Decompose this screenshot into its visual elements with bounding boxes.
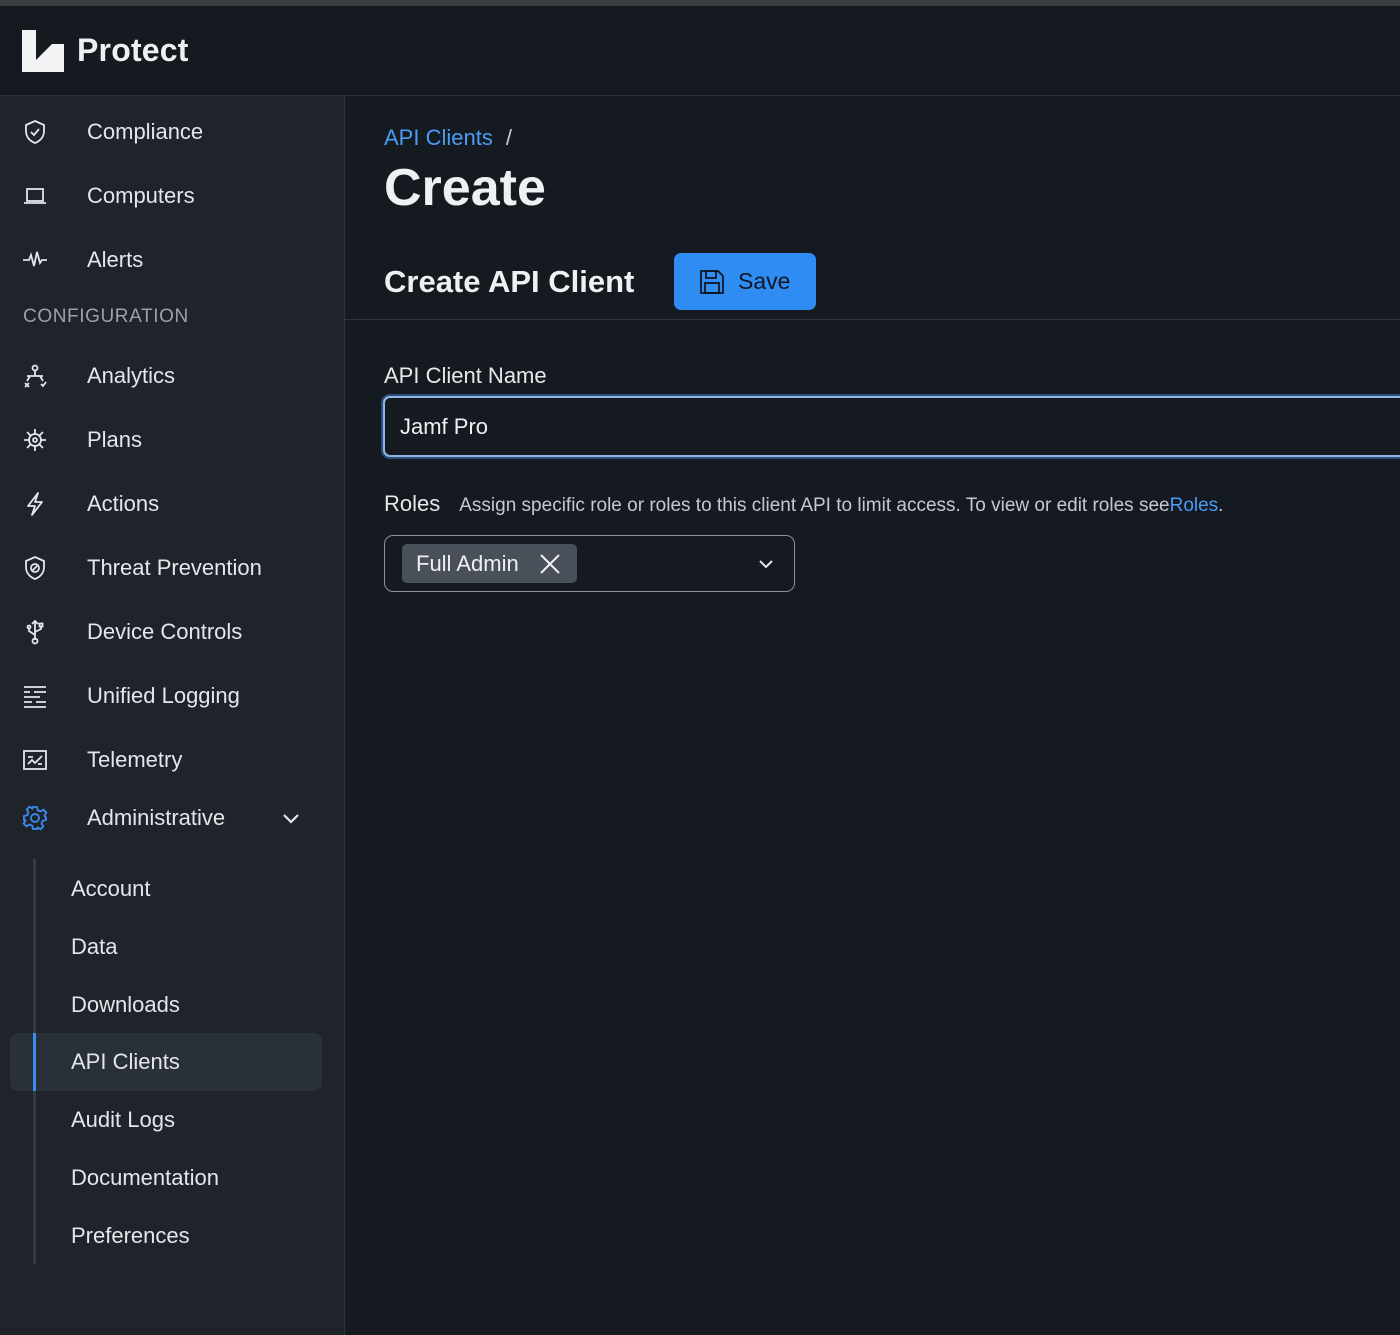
main-content: API Clients / Create Create API Client S… (345, 96, 1400, 1335)
sidebar-item-device-controls[interactable]: Device Controls (0, 604, 345, 660)
sidebar-subitem-label: Preferences (71, 1223, 190, 1248)
roles-link[interactable]: Roles (1170, 495, 1219, 517)
top-header: Protect (0, 6, 1400, 96)
section-label-configuration: CONFIGURATION (23, 306, 189, 327)
pulse-icon (21, 246, 49, 274)
sidebar-item-computers[interactable]: Computers (0, 168, 345, 224)
roles-help-suffix: . (1218, 495, 1224, 516)
role-chip: Full Admin (402, 544, 577, 583)
sidebar-subitem-data[interactable]: Data (10, 918, 322, 976)
roles-help-text: Assign specific role or roles to this cl… (459, 495, 1170, 516)
sidebar-item-label: Computers (87, 183, 195, 208)
protect-logo (22, 29, 64, 72)
laptop-icon (21, 182, 49, 210)
close-icon[interactable] (539, 553, 561, 575)
sidebar-item-threat-prevention[interactable]: Threat Prevention (0, 540, 345, 596)
chevron-down-icon[interactable] (280, 807, 302, 829)
roles-select[interactable]: Full Admin (384, 535, 795, 592)
section-title: Create API Client (384, 264, 635, 299)
virus-icon (21, 426, 49, 454)
api-client-name-label: API Client Name (384, 363, 547, 388)
roles-row: Roles Assign specific role or roles to t… (384, 491, 1223, 517)
roles-label: Roles (384, 491, 441, 516)
logging-icon (21, 682, 49, 710)
chevron-down-icon[interactable] (755, 553, 777, 575)
app-title: Protect (77, 32, 189, 68)
usb-icon (21, 618, 49, 646)
section-divider (345, 319, 1400, 320)
analytics-icon (21, 362, 49, 390)
sidebar-item-label: Administrative (87, 805, 226, 830)
floppy-disk-icon (698, 268, 726, 296)
shield-block-icon (21, 554, 49, 582)
sidebar-subitem-preferences[interactable]: Preferences (10, 1207, 322, 1265)
sidebar-item-administrative[interactable]: Administrative (0, 790, 345, 846)
shield-check-icon (21, 118, 49, 146)
sidebar-subitem-label: API Clients (71, 1049, 180, 1074)
sidebar-subitem-audit-logs[interactable]: Audit Logs (10, 1091, 322, 1149)
sidebar-item-label: Actions (87, 491, 160, 516)
sidebar-subitem-label: Account (71, 876, 151, 901)
sidebar-item-label: Telemetry (87, 747, 183, 772)
sidebar-item-unified-logging[interactable]: Unified Logging (0, 668, 345, 724)
save-button-label: Save (738, 268, 791, 294)
breadcrumb: API Clients / (384, 125, 512, 151)
sidebar-item-label: Plans (87, 427, 143, 452)
sidebar-subitem-downloads[interactable]: Downloads (10, 976, 322, 1034)
sidebar-item-telemetry[interactable]: Telemetry (0, 732, 345, 788)
sidebar-item-label: Threat Prevention (87, 555, 262, 580)
api-client-name-input[interactable] (383, 396, 1400, 457)
sidebar-subitem-label: Audit Logs (71, 1107, 175, 1132)
sidebar-item-compliance[interactable]: Compliance (0, 104, 345, 160)
sidebar-item-plans[interactable]: Plans (0, 412, 345, 468)
sidebar-subitem-label: Downloads (71, 992, 180, 1017)
sidebar-item-alerts[interactable]: Alerts (0, 232, 345, 288)
role-chip-label: Full Admin (416, 550, 519, 576)
lightning-icon (21, 490, 49, 518)
sidebar-item-label: Unified Logging (87, 683, 240, 708)
sidebar-subitem-documentation[interactable]: Documentation (10, 1149, 322, 1207)
gear-icon (21, 804, 49, 832)
sidebar-subitem-account[interactable]: Account (10, 860, 322, 918)
sidebar-subitem-api-clients[interactable]: API Clients (10, 1033, 322, 1091)
sidebar-subitem-label: Documentation (71, 1165, 219, 1190)
breadcrumb-api-clients-link[interactable]: API Clients (384, 125, 493, 151)
sidebar-item-actions[interactable]: Actions (0, 476, 345, 532)
sidebar-item-label: Compliance (87, 119, 204, 144)
sidebar-item-label: Analytics (87, 363, 176, 388)
telemetry-icon (21, 746, 49, 774)
sidebar-item-label: Device Controls (87, 619, 243, 644)
sidebar-item-analytics[interactable]: Analytics (0, 348, 345, 404)
sidebar-subitem-label: Data (71, 934, 118, 959)
page-title: Create (384, 159, 546, 217)
save-button[interactable]: Save (674, 253, 816, 310)
sidebar-item-label: Alerts (87, 247, 144, 272)
sidebar: Compliance Computers Alerts CONFIGURATIO… (0, 96, 345, 1335)
breadcrumb-separator: / (505, 125, 512, 150)
